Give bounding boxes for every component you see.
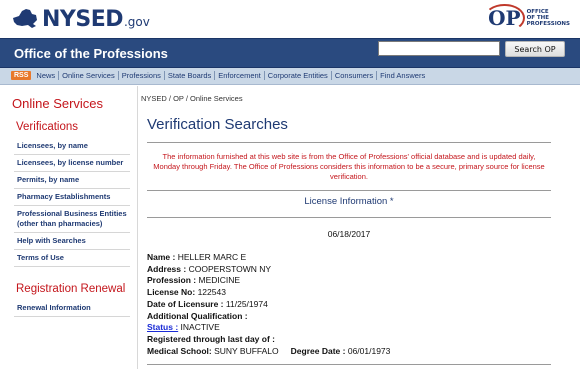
date-licensure-value: 11/25/1974 xyxy=(225,298,268,309)
verifications-list: Licensees, by name Licensees, by license… xyxy=(14,138,130,267)
nysed-logo[interactable]: NYSED .gov xyxy=(10,4,150,34)
nysed-gov-suffix: .gov xyxy=(123,15,150,29)
detail-status: Status : INACTIVE xyxy=(147,322,390,334)
renewal-list: Renewal Information xyxy=(14,300,130,317)
additional-qualification-label: Additional Qualification : xyxy=(147,310,248,321)
status-value: INACTIVE xyxy=(180,322,220,333)
nav-state-boards[interactable]: State Boards xyxy=(165,71,216,80)
disclaimer-text: The information furnished at this web si… xyxy=(153,152,545,181)
left-sidebar: Online Services Verifications Licensees,… xyxy=(0,86,138,369)
sidebar-item-renewal-information[interactable]: Renewal Information xyxy=(14,300,130,317)
detail-medical-school: Medical School: SUNY BUFFALO Degree Date … xyxy=(147,346,390,358)
detail-profession: Profession : MEDICINE xyxy=(147,275,390,287)
profession-label: Profession : xyxy=(147,275,197,286)
nav-news[interactable]: News xyxy=(33,71,60,80)
disclaimer-divider xyxy=(147,190,551,191)
main-nav: RSS News Online Services Professions Sta… xyxy=(0,68,580,85)
sidebar-item-permits-by-name[interactable]: Permits, by name xyxy=(14,172,130,189)
site-title[interactable]: Office of the Professions xyxy=(14,46,168,61)
title-divider xyxy=(147,142,551,143)
medical-school-value: SUNY BUFFALO xyxy=(214,345,279,356)
name-label: Name : xyxy=(147,252,176,262)
detail-additional-qualification: Additional Qualification : xyxy=(147,311,390,323)
sidebar-item-licensees-by-name[interactable]: Licensees, by name xyxy=(14,138,130,155)
page-title: Verification Searches xyxy=(147,116,288,133)
detail-registered-through: Registered through last day of : xyxy=(147,334,390,346)
nav-consumers[interactable]: Consumers xyxy=(332,71,378,80)
top-logo-bar: NYSED .gov OP OFFICE OF THE PROFESSIONS xyxy=(0,0,580,38)
medical-school-label: Medical School: xyxy=(147,345,212,356)
address-label: Address : xyxy=(147,263,187,274)
sidebar-item-help-with-searches[interactable]: Help with Searches xyxy=(14,233,130,250)
search-op-button[interactable]: Search OP xyxy=(505,41,565,57)
status-link[interactable]: Status : xyxy=(147,322,178,332)
license-info-divider xyxy=(147,217,551,218)
breadcrumb[interactable]: NYSED / OP / Online Services xyxy=(141,94,243,103)
op-logo-mark: OP xyxy=(484,4,526,32)
details-divider xyxy=(147,364,551,365)
detail-address: Address : COOPERSTOWN NY xyxy=(147,264,390,276)
nav-professions[interactable]: Professions xyxy=(119,71,165,80)
sidebar-item-pharmacy-establishments[interactable]: Pharmacy Establishments xyxy=(14,189,130,206)
sidebar-title[interactable]: Online Services xyxy=(12,96,103,111)
lookup-date: 06/18/2017 xyxy=(327,229,371,239)
sidebar-verifications-heading[interactable]: Verifications xyxy=(16,121,78,133)
registered-through-label: Registered through last day of : xyxy=(147,333,275,344)
ny-state-map-icon xyxy=(13,9,37,28)
license-value: 122543 xyxy=(197,287,226,298)
sidebar-item-licensees-by-number[interactable]: Licensees, by license number xyxy=(14,155,130,172)
detail-license-number: License No: 122543 xyxy=(147,287,390,299)
search-input[interactable] xyxy=(378,41,500,56)
op-logo-line-3: PROFESSIONS xyxy=(526,21,570,27)
sidebar-item-terms-of-use[interactable]: Terms of Use xyxy=(14,250,130,267)
address-value: COOPERSTOWN NY xyxy=(188,263,272,274)
license-information-heading: License Information * xyxy=(304,196,394,207)
sidebar-renewal-heading[interactable]: Registration Renewal xyxy=(16,283,125,295)
op-logo-subtitle: OFFICE OF THE PROFESSIONS xyxy=(527,9,570,27)
detail-name: Name : HELLER MARC E xyxy=(147,252,390,264)
date-licensure-label: Date of Licensure : xyxy=(147,298,224,309)
license-details: Name : HELLER MARC E Address : COOPERSTO… xyxy=(147,252,390,357)
nysed-wordmark: NYSED xyxy=(42,6,123,32)
license-label: License No: xyxy=(147,287,196,298)
nav-enforcement[interactable]: Enforcement xyxy=(215,71,265,80)
detail-date-of-licensure: Date of Licensure : 11/25/1974 xyxy=(147,299,390,311)
degree-date-label: Degree Date : xyxy=(290,345,346,356)
op-logo[interactable]: OP OFFICE OF THE PROFESSIONS xyxy=(484,4,570,32)
nav-find-answers[interactable]: Find Answers xyxy=(377,71,428,80)
nav-online-services[interactable]: Online Services xyxy=(59,71,119,80)
profession-value: MEDICINE xyxy=(198,275,241,286)
rss-icon[interactable]: RSS xyxy=(11,71,32,80)
nav-corporate-entities[interactable]: Corporate Entities xyxy=(265,71,332,80)
degree-date-value: 06/01/1973 xyxy=(347,345,391,356)
sidebar-item-professional-business-entities[interactable]: Professional Business Entities (other th… xyxy=(14,206,130,233)
name-value: HELLER MARC E xyxy=(177,252,247,262)
